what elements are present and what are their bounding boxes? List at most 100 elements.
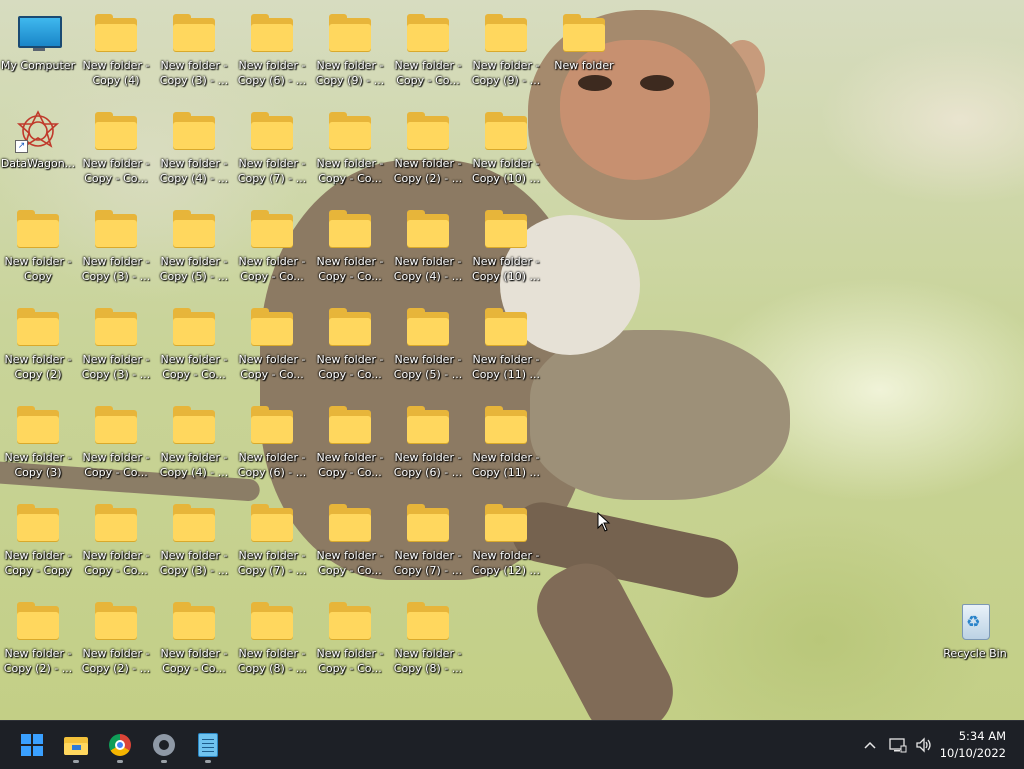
desktop-folder[interactable]: New folder - Copy (3) - ... <box>156 4 232 96</box>
desktop-folder[interactable]: New folder - Copy - Co... <box>78 396 154 488</box>
desktop-folder[interactable]: New folder - Copy (4) - ... <box>156 396 232 488</box>
desktop-folder[interactable]: New folder - Copy (10) ... <box>468 102 544 194</box>
desktop-folder[interactable]: New folder - Copy (3) <box>0 396 76 488</box>
start-button[interactable] <box>12 725 52 765</box>
desktop-folder[interactable]: New folder - Copy - Co... <box>312 298 388 390</box>
icon-label: New folder - Copy (2) - ... <box>81 647 151 675</box>
icon-label: New folder - Copy - Co... <box>316 353 384 381</box>
desktop-folder[interactable]: New folder - Copy - Co... <box>312 494 388 586</box>
desktop-folder[interactable]: New folder - Copy (11) ... <box>468 298 544 390</box>
folder-icon <box>483 502 529 544</box>
folder-icon <box>93 208 139 250</box>
desktop-folder[interactable]: New folder - Copy (11) ... <box>468 396 544 488</box>
taskbar-file-explorer-button[interactable] <box>56 725 96 765</box>
taskbar: 5:34 AM 10/10/2022 <box>0 720 1024 769</box>
desktop-folder[interactable]: New folder - Copy (9) - ... <box>312 4 388 96</box>
desktop-folder[interactable]: New folder - Copy - Co... <box>234 298 310 390</box>
desktop-folder[interactable]: New folder - Copy (7) - ... <box>234 102 310 194</box>
monitor-icon <box>15 12 62 54</box>
icon-label: New folder - Copy (4) - ... <box>159 157 229 185</box>
desktop-folder[interactable]: New folder - Copy (6) - ... <box>234 4 310 96</box>
icon-label: New folder - Copy (9) - ... <box>471 59 541 87</box>
desktop-folder[interactable]: New folder - Copy (4) - ... <box>156 102 232 194</box>
desktop-folder[interactable]: New folder - Copy (8) - ... <box>234 592 310 684</box>
desktop-folder[interactable]: New folder <box>546 4 622 96</box>
desktop-folder[interactable]: New folder - Copy (9) - ... <box>468 4 544 96</box>
icon-label: New folder - Copy (10) ... <box>472 157 540 185</box>
running-indicator <box>161 760 167 763</box>
desktop-folder[interactable]: New folder - Copy (5) - ... <box>156 200 232 292</box>
desktop-folder[interactable]: New folder - Copy - Co... <box>312 102 388 194</box>
folder-icon <box>15 306 61 348</box>
notepad-icon <box>198 733 218 757</box>
desktop-folder[interactable]: New folder - Copy - Co... <box>156 592 232 684</box>
datawagon-shortcut[interactable]: ↗ DataWagon... <box>0 102 76 194</box>
icon-label: New folder - Copy (8) - ... <box>237 647 307 675</box>
icon-label: My Computer <box>0 59 76 72</box>
taskbar-settings-button[interactable] <box>144 725 184 765</box>
recycle-bin[interactable]: ♻ Recycle Bin <box>937 592 1013 684</box>
folder-icon <box>171 110 217 152</box>
taskbar-clock[interactable]: 5:34 AM 10/10/2022 <box>940 728 1006 762</box>
desktop-folder[interactable]: New folder - Copy (6) - ... <box>390 396 466 488</box>
desktop-folder[interactable]: New folder - Copy (4) <box>78 4 154 96</box>
icon-label: New folder - Copy (3) - ... <box>159 59 229 87</box>
desktop-folder[interactable]: New folder - Copy (7) - ... <box>390 494 466 586</box>
desktop-folder[interactable]: New folder - Copy (6) - ... <box>234 396 310 488</box>
folder-icon <box>93 12 139 54</box>
desktop-folder[interactable]: New folder - Copy - Co... <box>234 200 310 292</box>
desktop-folder[interactable]: New folder - Copy - Co... <box>156 298 232 390</box>
desktop-folder[interactable]: New folder - Copy - Copy <box>0 494 76 586</box>
folder-icon <box>327 12 373 54</box>
desktop-folder[interactable]: New folder - Copy (5) - ... <box>390 298 466 390</box>
icon-label: New folder - Copy - Co... <box>316 549 384 577</box>
desktop-folder[interactable]: New folder - Copy (3) - ... <box>156 494 232 586</box>
desktop-folder[interactable]: New folder - Copy - Co... <box>78 102 154 194</box>
desktop-folder[interactable]: New folder - Copy (2) - ... <box>390 102 466 194</box>
mouse-cursor-icon <box>597 512 611 532</box>
folder-icon <box>171 502 217 544</box>
desktop-folder[interactable]: New folder - Copy (3) - ... <box>78 298 154 390</box>
icon-label: New folder - Copy - Co... <box>238 353 306 381</box>
desktop-folder[interactable]: New folder - Copy - Co... <box>312 592 388 684</box>
folder-icon <box>483 110 529 152</box>
wallpaper-monkey-knee <box>530 330 790 500</box>
folder-icon <box>93 502 139 544</box>
folder-icon <box>327 110 373 152</box>
taskbar-chrome-button[interactable] <box>100 725 140 765</box>
folder-icon <box>327 208 373 250</box>
icon-label: New folder - Copy (12) ... <box>472 549 540 577</box>
folder-icon <box>249 306 295 348</box>
desktop-folder[interactable]: New folder - Copy (2) <box>0 298 76 390</box>
desktop-folder[interactable]: New folder - Copy - Co... <box>390 4 466 96</box>
folder-icon <box>483 208 529 250</box>
icon-label: New folder - Copy (5) - ... <box>159 255 229 283</box>
icon-label: New folder - Copy - Co... <box>316 451 384 479</box>
taskbar-notepad-button[interactable] <box>188 725 228 765</box>
desktop-folder[interactable]: New folder - Copy (2) - ... <box>0 592 76 684</box>
desktop-folder[interactable]: New folder - Copy (4) - ... <box>390 200 466 292</box>
running-indicator <box>73 760 79 763</box>
desktop-folder[interactable]: New folder - Copy (3) - ... <box>78 200 154 292</box>
desktop-folder[interactable]: New folder - Copy (2) - ... <box>78 592 154 684</box>
folder-icon <box>327 502 373 544</box>
icon-label: New folder - Copy (4) <box>82 59 150 87</box>
desktop-folder[interactable]: New folder - Copy (10) ... <box>468 200 544 292</box>
icon-label: New folder - Copy (6) - ... <box>393 451 463 479</box>
desktop-folder[interactable]: New folder - Copy - Co... <box>312 396 388 488</box>
tray-overflow-button[interactable] <box>858 721 882 769</box>
icon-label: New folder - Copy - Copy <box>4 549 72 577</box>
desktop-folder[interactable]: New folder - Copy <box>0 200 76 292</box>
my-computer-icon-item[interactable]: My Computer <box>0 4 76 96</box>
desktop-folder[interactable]: New folder - Copy (7) - ... <box>234 494 310 586</box>
desktop-folder[interactable]: New folder - Copy (8) - ... <box>390 592 466 684</box>
folder-icon <box>93 110 139 152</box>
desktop-folder[interactable]: New folder - Copy (12) ... <box>468 494 544 586</box>
icon-label: New folder - Copy (3) - ... <box>81 353 151 381</box>
desktop-folder[interactable]: New folder - Copy - Co... <box>78 494 154 586</box>
windows-start-icon <box>21 734 43 756</box>
icon-label: New folder - Copy (6) - ... <box>237 59 307 87</box>
network-button[interactable] <box>886 721 910 769</box>
desktop-folder[interactable]: New folder - Copy - Co... <box>312 200 388 292</box>
volume-button[interactable] <box>912 721 936 769</box>
